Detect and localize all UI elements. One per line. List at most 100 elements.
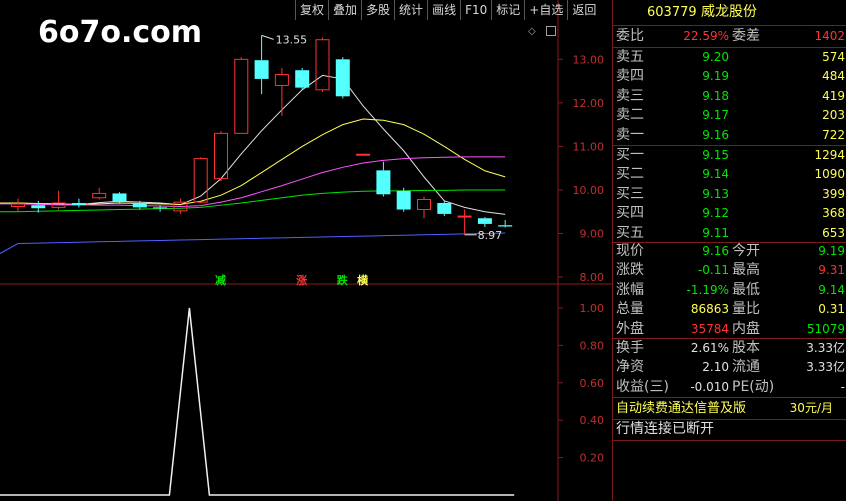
kline-chart[interactable]: 13.00 12.00 11.00 10.00 9.00 8.00 1.00 0.80 0.6…: [0, 0, 612, 501]
finance-value: -0.010: [690, 379, 729, 394]
indicator-tick-label: 1.00: [580, 302, 605, 315]
status-row: 行情连接已断开: [613, 420, 846, 439]
signal-label: 跌: [336, 274, 348, 287]
stat-label: 外盘: [616, 320, 644, 337]
toolbar-button[interactable]: 多股: [361, 0, 394, 20]
signal-label: 横: [357, 274, 369, 287]
candle-body: [457, 215, 472, 218]
ask-volume: 419: [822, 88, 845, 103]
ask-price: 9.16: [702, 127, 729, 142]
bid-price: 9.14: [702, 167, 729, 182]
ask-label: 卖二: [616, 107, 644, 124]
ask-price: 9.18: [702, 88, 729, 103]
bid-price: 9.11: [702, 225, 729, 240]
quote-row: 买二 9.14 1090: [613, 165, 846, 184]
indicator-tick-label: 0.60: [580, 377, 605, 390]
candle-body: [356, 153, 371, 156]
candle-body: [214, 132, 228, 180]
toolbar-button[interactable]: 复权: [295, 0, 328, 20]
quote-row: 卖一 9.16 722: [613, 126, 846, 145]
ma-line-ma60: [0, 232, 506, 254]
quote-row: 卖二 9.17 203: [613, 106, 846, 125]
finance-value: 2.10: [702, 360, 729, 375]
stat-label: 涨幅: [616, 281, 644, 298]
ad-text[interactable]: 自动续费通达信普及版: [616, 399, 746, 418]
ask-price: 9.17: [702, 108, 729, 123]
candle-body: [92, 192, 107, 199]
candle-body: [477, 218, 492, 224]
committee-diff-label: 委差: [732, 28, 760, 44]
high-marker: [261, 34, 274, 40]
toolbar-button[interactable]: +自选: [524, 0, 567, 20]
bid-price: 9.12: [702, 206, 729, 221]
quote-row: 涨幅 -1.19% 最低 9.14: [613, 281, 846, 300]
quote-row: 买五 9.11 653: [613, 224, 846, 243]
ask-label: 卖五: [616, 49, 644, 65]
bid-label: 买二: [616, 166, 644, 183]
finance-label: 换手: [616, 340, 644, 356]
quote-row: 买一 9.15 1294: [613, 146, 846, 165]
square-icon[interactable]: [546, 26, 556, 36]
bid-volume: 1294: [814, 148, 845, 162]
diamond-icon[interactable]: ◇: [528, 26, 536, 37]
toolbar-button[interactable]: 标记: [491, 0, 524, 20]
bid-label: 买五: [616, 224, 644, 241]
stat-value: 9.19: [818, 244, 845, 258]
finance-label: 净资: [616, 359, 644, 376]
price-tick-label: 8.00: [580, 271, 605, 284]
indicator-tick-label: 0.40: [580, 414, 605, 427]
ask-price: 9.20: [702, 50, 729, 64]
stat-value: 35784: [690, 321, 729, 336]
quote-row: 买三 9.13 399: [613, 185, 846, 204]
ad-row[interactable]: 自动续费通达信普及版 30元/月: [613, 399, 846, 418]
bid-label: 买四: [616, 205, 644, 222]
ma-line-ma10: [0, 118, 506, 205]
ma-line-ma30: [0, 189, 506, 213]
candle-body: [498, 225, 513, 227]
indicator-tick-label: 0.80: [580, 339, 605, 352]
candle-body: [31, 205, 46, 209]
finance-label: 流通: [732, 359, 760, 376]
price-tick-label: 13.00: [573, 53, 605, 66]
toolbar-button[interactable]: 返回: [567, 0, 600, 20]
committee-diff-value: 1402: [814, 29, 845, 43]
low-label: 8.97: [478, 229, 503, 242]
quote-row: 涨跌 -0.11 最高 9.31: [613, 261, 846, 280]
ad-price[interactable]: 30元/月: [790, 399, 833, 418]
price-tick-label: 12.00: [573, 97, 605, 110]
stat-label: 最高: [732, 262, 760, 279]
quote-row: 买四 9.12 368: [613, 204, 846, 223]
stat-label: 量比: [732, 301, 760, 318]
ask-label: 卖三: [616, 87, 644, 104]
toolbar-button[interactable]: 叠加: [328, 0, 361, 20]
toolbar-button[interactable]: F10: [460, 0, 491, 20]
price-tick-label: 11.00: [573, 140, 605, 153]
stat-label: 总量: [616, 301, 644, 318]
candle-body: [396, 190, 411, 210]
finance-label: 股本: [732, 340, 760, 356]
high-label: 13.55: [276, 33, 308, 46]
finance-label: PE(动): [732, 378, 775, 395]
candle-body: [274, 74, 289, 86]
ask-volume: 484: [822, 69, 845, 84]
quote-row: 卖四 9.19 484: [613, 67, 846, 86]
quote-row: 净资 2.10 流通 3.33亿: [613, 358, 846, 377]
quote-row: 总量 86863 量比 0.31: [613, 300, 846, 319]
candle-body: [295, 70, 310, 88]
stat-value: 86863: [690, 302, 729, 317]
stat-label: 现价: [616, 243, 644, 259]
committee-row: 委比 22.59% 委差 1402: [613, 27, 846, 46]
stat-label: 内盘: [732, 320, 760, 337]
toolbar-button[interactable]: 统计: [394, 0, 427, 20]
quote-row: 收益(三) -0.010 PE(动) -: [613, 378, 846, 397]
ask-volume: 203: [822, 108, 845, 123]
toolbar-button[interactable]: 画线: [427, 0, 460, 20]
candle-body: [234, 58, 249, 134]
stat-value: 9.31: [818, 263, 845, 278]
stat-value: 51079: [806, 321, 845, 336]
watermark-logo: 6o7o.com: [38, 15, 203, 50]
candle-body: [254, 60, 269, 79]
candle-body: [132, 203, 147, 208]
candle-body: [437, 203, 452, 214]
indicator-line: [0, 307, 515, 496]
